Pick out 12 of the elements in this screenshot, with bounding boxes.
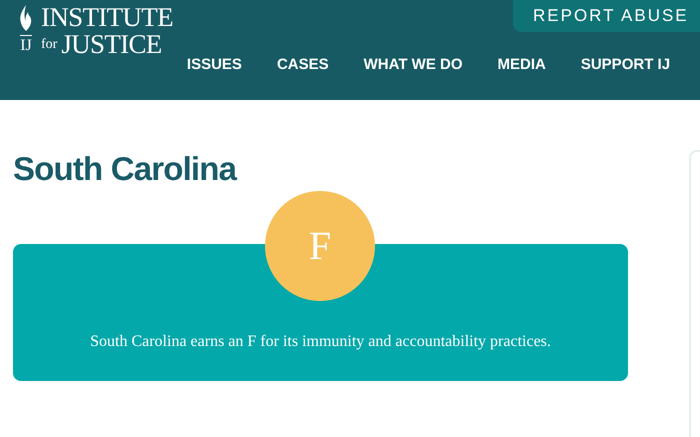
logo-small-word: for [41,38,58,52]
nav-link[interactable]: SUPPORT IJ [580,54,670,76]
nav-link[interactable]: ISSUES [186,54,242,76]
logo-title: JUSTICE [61,31,162,58]
report-abuse-button[interactable]: REPORT ABUSE [513,0,700,32]
nav-link[interactable]: WHAT WE DO [364,54,462,76]
logo-title: INSTITUTE [41,4,173,31]
grade-summary: South Carolina earns an F for its immunity and accountability practices. [90,332,551,352]
logo-initials: IJ [20,35,32,54]
nav-link[interactable]: CASES [276,54,329,76]
nav-link[interactable]: MEDIA [498,54,546,76]
page-title: South Carolina [13,152,238,185]
